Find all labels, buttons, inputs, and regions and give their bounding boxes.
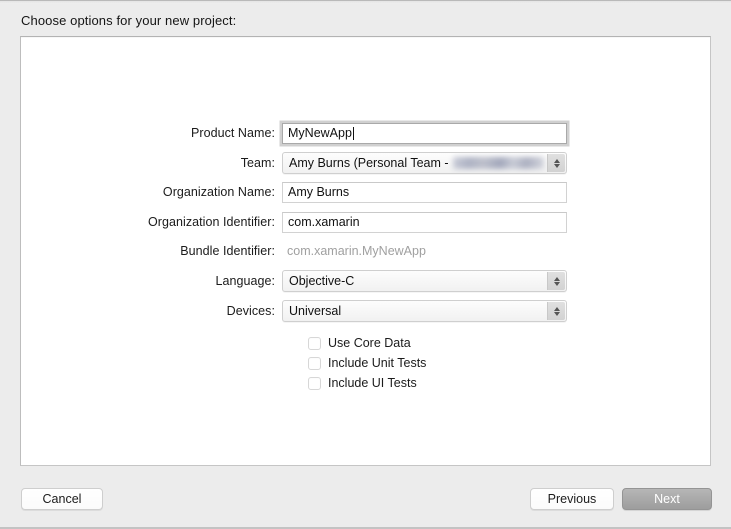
chevron-up-icon bbox=[553, 306, 560, 311]
dialog-prompt: Choose options for your new project: bbox=[21, 13, 237, 28]
options-panel: Product Name: MyNewApp Team: Amy Burns (Per… bbox=[20, 36, 711, 466]
chevron-up-icon bbox=[553, 158, 560, 163]
next-button[interactable]: Next bbox=[622, 488, 712, 510]
organization-identifier-input[interactable]: com.xamarin bbox=[282, 211, 567, 233]
checkbox-row-include-ui-tests[interactable]: Include UI Tests bbox=[308, 373, 417, 393]
team-value: Amy Burns (Personal Team - bbox=[289, 156, 449, 170]
organization-name-label: Organization Name: bbox=[162, 185, 275, 199]
devices-label: Devices: bbox=[226, 304, 275, 318]
organization-identifier-value: com.xamarin bbox=[288, 215, 360, 229]
checkbox-row-include-unit-tests[interactable]: Include Unit Tests bbox=[308, 353, 426, 373]
chevron-down-icon bbox=[553, 281, 560, 286]
language-select[interactable]: Objective-C bbox=[282, 270, 567, 292]
up-down-chevron-icon[interactable] bbox=[547, 272, 565, 290]
use-core-data-label: Use Core Data bbox=[328, 336, 411, 350]
cancel-button[interactable]: Cancel bbox=[21, 488, 103, 510]
include-ui-tests-label: Include UI Tests bbox=[328, 376, 417, 390]
project-options-dialog: Choose options for your new project: Pro… bbox=[0, 0, 731, 529]
field-row-bundle-identifier: Bundle Identifier: com.xamarin.MyNewApp bbox=[21, 240, 567, 262]
checkbox-row-use-core-data[interactable]: Use Core Data bbox=[308, 333, 411, 353]
field-row-team: Team: Amy Burns (Personal Team - bbox=[21, 152, 567, 174]
devices-select[interactable]: Universal bbox=[282, 300, 567, 322]
organization-name-input[interactable]: Amy Burns bbox=[282, 181, 567, 203]
include-unit-tests-checkbox[interactable] bbox=[308, 356, 321, 370]
previous-button[interactable]: Previous bbox=[530, 488, 614, 510]
field-row-organization-identifier: Organization Identifier: com.xamarin bbox=[21, 211, 567, 233]
up-down-chevron-icon[interactable] bbox=[547, 302, 565, 320]
bundle-identifier-value: com.xamarin.MyNewApp bbox=[287, 244, 426, 258]
product-name-input[interactable]: MyNewApp bbox=[282, 122, 567, 144]
language-value: Objective-C bbox=[289, 274, 355, 288]
chevron-down-icon bbox=[553, 163, 560, 168]
chevron-down-icon bbox=[553, 311, 560, 316]
team-select[interactable]: Amy Burns (Personal Team - bbox=[282, 152, 567, 174]
devices-value: Universal bbox=[289, 304, 342, 318]
organization-identifier-label: Organization Identifier: bbox=[148, 215, 275, 229]
include-unit-tests-label: Include Unit Tests bbox=[328, 356, 427, 370]
product-name-value: MyNewApp bbox=[288, 126, 352, 140]
field-row-product-name: Product Name: MyNewApp bbox=[21, 122, 567, 144]
bundle-identifier-label: Bundle Identifier: bbox=[180, 244, 275, 258]
text-caret bbox=[352, 126, 354, 140]
language-label: Language: bbox=[215, 274, 275, 288]
team-label: Team: bbox=[240, 156, 275, 170]
field-row-organization-name: Organization Name: Amy Burns bbox=[21, 181, 567, 203]
field-row-devices: Devices: Universal bbox=[21, 300, 567, 322]
up-down-chevron-icon[interactable] bbox=[547, 154, 565, 172]
include-ui-tests-checkbox[interactable] bbox=[308, 376, 321, 390]
field-row-language: Language: Objective-C bbox=[21, 270, 567, 292]
organization-name-value: Amy Burns bbox=[288, 185, 350, 199]
use-core-data-checkbox[interactable] bbox=[308, 336, 321, 350]
chevron-up-icon bbox=[553, 276, 560, 281]
redacted-team-name bbox=[452, 157, 544, 169]
product-name-label: Product Name: bbox=[190, 126, 275, 140]
